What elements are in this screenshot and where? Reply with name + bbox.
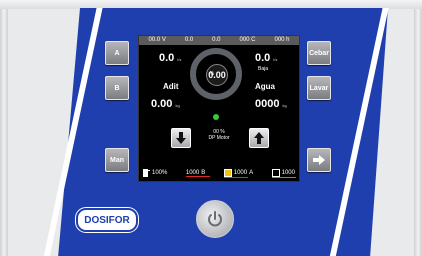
tank-a-value: 1000 [233, 169, 248, 176]
tank-icon [223, 168, 232, 177]
arrow-up-icon [254, 132, 264, 144]
cebar-button-label: Cebar [309, 49, 329, 57]
top-left-unit: l/s [177, 57, 182, 62]
adit-reading: 0.00 kg [151, 98, 180, 110]
tank-b-bar [185, 175, 210, 177]
fuel-icon [143, 169, 150, 177]
agua-reading: 0000 kg [255, 98, 287, 110]
b-button[interactable]: B [105, 76, 129, 100]
agua-label: Agua [255, 82, 275, 91]
man-button[interactable]: Man [105, 148, 129, 172]
display-screen: 00.0 V 0.0 0.0 000 C 000 h 0.0 l/s 0.0 l… [138, 35, 300, 182]
left-edge [0, 9, 8, 256]
brand-text: DOSIFOR [84, 214, 130, 226]
temperature-status: 000 C [239, 37, 256, 43]
dosifor-logo: DOSIFOR [76, 208, 138, 232]
pressure-status: 0.0 [212, 37, 221, 43]
lavar-button[interactable]: Lavar [307, 76, 331, 100]
adit-value: 0.00 [151, 98, 173, 110]
baja-label: Baja [258, 66, 269, 72]
dp-motor-label: DP Motor [208, 135, 230, 141]
adit-unit: kg [175, 103, 180, 108]
lavar-button-label: Lavar [309, 84, 329, 92]
tank-c-bar [271, 176, 296, 178]
gauge-unit: % [209, 71, 215, 77]
right-edge [414, 9, 422, 256]
cebar-button[interactable]: Cebar [307, 41, 331, 65]
a-button-label: A [114, 49, 120, 57]
b-button-label: B [114, 84, 120, 92]
flow-status: 0.0 [184, 37, 194, 43]
fuel-level: 100% [143, 168, 167, 177]
power-button[interactable] [196, 200, 234, 238]
tank-c-value: 1000 [281, 169, 295, 176]
top-left-reading: 0.0 l/s [159, 52, 181, 64]
agua-value: 0000 [255, 98, 280, 110]
man-button-label: Man [110, 156, 124, 164]
machine-front: A B Man Cebar Lavar 00.0 V 0.0 0.0 000 C… [0, 0, 422, 256]
a-button[interactable]: A [105, 41, 129, 65]
tank-a-letter: A [249, 169, 254, 176]
top-left-value: 0.0 [159, 52, 175, 64]
tank-c: 1000 [271, 168, 296, 178]
adit-label: Adit [163, 82, 179, 91]
status-bar: 00.0 V 0.0 0.0 000 C 000 h [139, 36, 299, 45]
top-right-value: 0.0 [255, 52, 271, 64]
down-button[interactable] [171, 128, 191, 148]
arrow-right-icon [313, 155, 325, 165]
arrow-down-icon [176, 132, 186, 144]
hours-status: 000 h [274, 37, 290, 43]
dosage-gauge: 0.00 % [190, 48, 242, 100]
fuel-value: 100% [152, 169, 168, 176]
agua-unit: kg [282, 103, 287, 108]
bottom-status-bar: 100% 1000 B 1000 A 1000 [139, 164, 299, 181]
status-led [213, 114, 219, 120]
up-button[interactable] [249, 128, 269, 148]
voltage-status: 00.0 V [148, 37, 166, 43]
next-button[interactable] [307, 148, 331, 172]
top-right-reading: 0.0 l/s [255, 52, 277, 64]
tank-b: 1000 B [185, 170, 210, 177]
top-right-unit: l/s [273, 57, 278, 62]
water-tank-icon [271, 168, 280, 177]
power-icon [208, 211, 222, 227]
tank-a: 1000 A [223, 168, 254, 178]
tank-a-bar [223, 176, 248, 178]
top-edge [0, 0, 422, 9]
